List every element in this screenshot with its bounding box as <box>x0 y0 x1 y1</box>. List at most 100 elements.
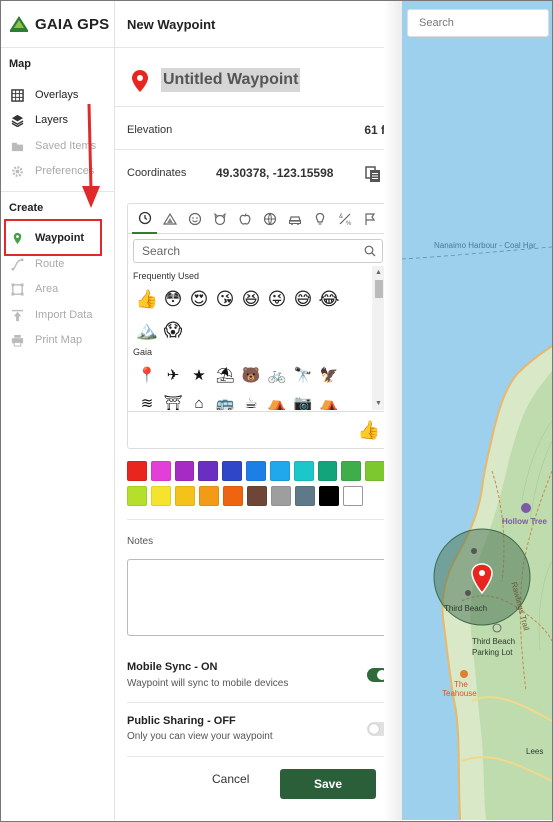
map-view[interactable]: Search Nanaimo Harbour - Coal Har Hollow… <box>402 1 552 820</box>
sidebar-item-route[interactable]: Route <box>10 253 64 275</box>
color-swatch[interactable] <box>247 486 267 506</box>
bear-icon[interactable]: 🐻 <box>238 362 264 388</box>
section-gaia: Gaia <box>133 347 153 357</box>
color-swatch[interactable] <box>222 461 243 481</box>
emoji-joy[interactable]: 😂 <box>316 286 342 312</box>
map-label-teahouse-2: Teahouse <box>442 689 477 698</box>
map-label-lees: Lees <box>526 747 544 756</box>
icon-search-input[interactable]: Search <box>133 239 383 263</box>
map-canvas[interactable] <box>402 1 552 820</box>
emoji-kiss[interactable]: 😘 <box>212 286 238 312</box>
color-swatch[interactable] <box>246 461 266 481</box>
pin-icon[interactable]: 📍 <box>134 362 160 388</box>
coordinates-label: Coordinates <box>127 167 187 179</box>
emoji-scream[interactable]: 😱 <box>160 317 186 343</box>
bridge-icon[interactable]: ⛩ <box>160 390 186 410</box>
color-swatch[interactable] <box>269 461 290 481</box>
tab-recent[interactable] <box>132 204 157 234</box>
sidebar-item-label: Print Map <box>35 334 83 346</box>
tab-travel[interactable] <box>282 204 307 234</box>
building-icon[interactable]: ⌂ <box>186 390 212 411</box>
mobile-sync-title: Mobile Sync - ON <box>127 661 218 673</box>
map-search-input[interactable]: Search <box>407 9 549 37</box>
sidebar-item-label: Area <box>35 283 59 295</box>
map-label-harbour: Nanaimo Harbour - Coal Har <box>434 241 536 250</box>
cairn-icon[interactable]: ⛺ <box>264 390 290 410</box>
bicycle-icon[interactable]: 🚲 <box>264 362 290 388</box>
sidebar-item-layers[interactable]: Layers <box>10 109 68 131</box>
airplane-icon[interactable]: ✈ <box>160 362 186 388</box>
color-swatch[interactable] <box>295 486 315 506</box>
emoji-flushed[interactable]: 😳 <box>160 286 186 312</box>
color-swatch[interactable] <box>271 486 291 506</box>
color-swatch[interactable] <box>341 461 362 481</box>
icon-picker: &% Search Frequently Used 👍 😳 😍 😘 😆 😜 😅 … <box>127 203 389 449</box>
emoji-thumbs-up[interactable]: 👍 <box>134 286 160 312</box>
emoji-heart-eyes[interactable]: 😍 <box>186 286 212 312</box>
color-swatch[interactable] <box>199 486 219 506</box>
color-swatch[interactable] <box>150 461 171 481</box>
tab-smileys[interactable] <box>182 204 207 234</box>
sidebar-item-import-data[interactable]: Import Data <box>10 304 92 326</box>
picker-preview-bar: 👍 <box>128 411 388 448</box>
binoculars-icon[interactable]: 🔭 <box>290 362 316 388</box>
grid-icon <box>10 88 24 102</box>
camera-icon[interactable]: 📷 <box>290 390 316 410</box>
beach-icon[interactable]: ⛱ <box>212 362 238 388</box>
swatch-row <box>127 461 389 481</box>
brand-logo[interactable]: GAIA GPS <box>9 11 109 37</box>
scroll-up-icon[interactable]: ▲ <box>375 269 382 276</box>
waypoint-marker-icon[interactable] <box>132 70 148 92</box>
annotation-highlight-box <box>4 219 102 256</box>
coordinates-value: 49.30378, -123.15598 <box>216 166 334 180</box>
tab-symbols[interactable]: &% <box>332 204 357 234</box>
panel-divider <box>115 47 402 48</box>
color-swatch[interactable] <box>175 486 195 506</box>
sidebar-item-overlays[interactable]: Overlays <box>10 84 78 106</box>
save-button[interactable]: Save <box>280 769 376 799</box>
emoji-row: 👍 😳 😍 😘 😆 😜 😅 😂 <box>134 286 342 312</box>
sidebar-item-area[interactable]: Area <box>10 278 58 300</box>
cafe-icon[interactable]: ☕ <box>238 390 264 410</box>
color-swatch[interactable] <box>317 461 338 481</box>
star-circle-icon[interactable]: ★ <box>186 362 212 388</box>
scrollbar-thumb[interactable] <box>375 280 383 298</box>
color-swatch[interactable] <box>127 486 147 506</box>
public-sharing-title: Public Sharing - OFF <box>127 715 236 727</box>
route-icon <box>10 257 24 271</box>
emoji-wink-tongue[interactable]: 😜 <box>264 286 290 312</box>
toggle-knob <box>369 724 379 734</box>
water-icon[interactable]: ≋ <box>134 390 160 410</box>
tab-objects[interactable] <box>307 204 332 234</box>
color-swatch[interactable] <box>223 486 243 506</box>
tab-flags[interactable] <box>357 204 382 234</box>
emoji-sweat-smile[interactable]: 😅 <box>290 286 316 312</box>
color-swatch[interactable] <box>198 461 219 481</box>
color-swatch[interactable] <box>293 461 314 481</box>
emoji-row: 🏔️ 😱 <box>134 317 186 343</box>
waypoint-name-input[interactable]: Untitled Waypoint <box>161 68 301 92</box>
scroll-down-icon[interactable]: ▼ <box>375 400 382 407</box>
sidebar-item-print-map[interactable]: Print Map <box>10 329 82 351</box>
color-swatch[interactable] <box>319 486 339 506</box>
color-swatch[interactable] <box>365 461 385 481</box>
bus-icon[interactable]: 🚌 <box>212 390 238 410</box>
svg-text:%: % <box>346 221 352 226</box>
tent-icon[interactable]: ⛺ <box>316 390 342 410</box>
color-swatch[interactable] <box>127 461 147 481</box>
bird-icon[interactable]: 🦅 <box>316 362 342 388</box>
tab-activities[interactable] <box>257 204 282 234</box>
gaia-icon-row: ≋ ⛩ ⌂ 🚌 ☕ ⛺ 📷 ⛺ <box>134 390 342 411</box>
tab-gaia[interactable] <box>157 204 182 234</box>
copy-icon[interactable] <box>365 166 381 183</box>
notes-textarea[interactable] <box>127 559 389 636</box>
tab-animals[interactable] <box>207 204 232 234</box>
color-swatch[interactable] <box>343 486 363 506</box>
tab-food[interactable] <box>232 204 257 234</box>
emoji-laughing[interactable]: 😆 <box>238 286 264 312</box>
emoji-mountain[interactable]: 🏔️ <box>134 317 160 343</box>
swatch-row <box>127 486 389 506</box>
cancel-button[interactable]: Cancel <box>212 772 249 786</box>
color-swatch[interactable] <box>151 486 171 506</box>
color-swatch[interactable] <box>174 461 195 481</box>
